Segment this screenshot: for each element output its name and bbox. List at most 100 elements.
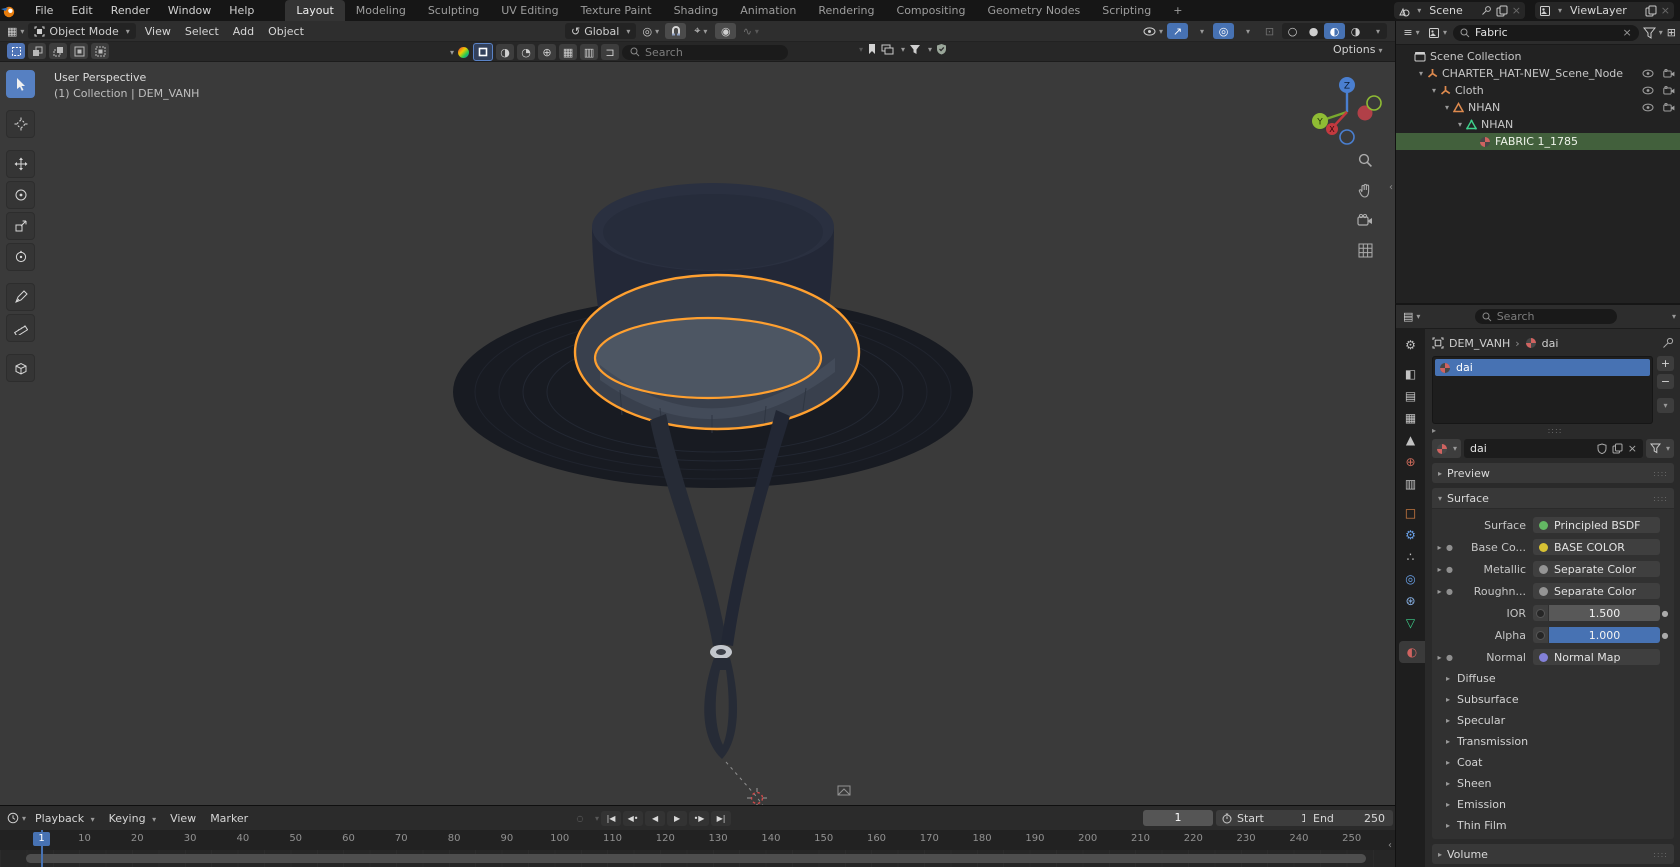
workspace-tab-scripting[interactable]: Scripting: [1091, 0, 1162, 21]
tool-measure[interactable]: [6, 314, 35, 342]
workspace-tab-compositing[interactable]: Compositing: [886, 0, 977, 21]
workspace-tab-uv-editing[interactable]: UV Editing: [490, 0, 569, 21]
timeline-ruler[interactable]: 1020304050607080901001101201301401501601…: [0, 830, 1395, 850]
workspace-tab-animation[interactable]: Animation: [729, 0, 807, 21]
outliner-viewlayer-icon[interactable]: ▾: [1426, 25, 1449, 41]
timeline-scrollbar[interactable]: [26, 854, 1366, 863]
properties-tab-render[interactable]: ◧: [1396, 363, 1425, 385]
subsection-diffuse[interactable]: ▸Diffuse: [1434, 668, 1670, 689]
proportional-falloff-dropdown[interactable]: ∿▾: [740, 23, 761, 39]
prev-keyframe-button[interactable]: ◀•: [623, 811, 643, 826]
outliner-row-charter-hat-new-scene-node[interactable]: ▾ CHARTER_HAT-NEW_Scene_Node: [1396, 65, 1680, 82]
outliner-display-mode-dropdown[interactable]: ≡▾: [1401, 25, 1422, 41]
expand-caret-icon[interactable]: ▸: [1434, 543, 1445, 552]
display-mode-icon[interactable]: [881, 44, 894, 55]
fake-user-shield-icon[interactable]: [1597, 443, 1607, 454]
tool-add-cube[interactable]: [6, 354, 35, 382]
properties-tab-material[interactable]: ◐: [1399, 641, 1425, 663]
tool-rotate[interactable]: [6, 181, 35, 209]
navigation-gizmo[interactable]: Z Y X: [1308, 72, 1386, 150]
expand-caret-icon[interactable]: ▸: [1434, 565, 1445, 574]
hide-eye-icon[interactable]: [1642, 103, 1654, 112]
scene-name[interactable]: Scene: [1425, 4, 1477, 17]
subsection-emission[interactable]: ▸Emission: [1434, 794, 1670, 815]
properties-search-input[interactable]: Search: [1475, 309, 1617, 324]
viewport-menu-select[interactable]: Select: [178, 25, 226, 38]
transform-orientation-dropdown[interactable]: ↺ Global ▾: [565, 23, 636, 39]
outliner-search-input[interactable]: Fabric ×: [1453, 25, 1639, 41]
menu-render[interactable]: Render: [102, 4, 159, 17]
editor-type-button[interactable]: ▦▾: [5, 23, 26, 39]
expand-caret-icon[interactable]: ▾: [1428, 86, 1440, 95]
select-subtract-button[interactable]: [49, 43, 67, 59]
snap-with-dropdown[interactable]: ⌖▾: [690, 23, 711, 39]
new-viewlayer-icon[interactable]: [1645, 5, 1657, 17]
region-collapse-arrow[interactable]: ‹: [1388, 840, 1392, 851]
auto-keying-toggle[interactable]: ◌: [570, 811, 590, 826]
mode-dropdown[interactable]: Object Mode ▾: [28, 23, 135, 39]
screens-button[interactable]: ▥: [580, 44, 598, 60]
texture-slot-sphere-button[interactable]: ◑: [496, 44, 514, 60]
tool-extra-button[interactable]: ⊐: [601, 44, 619, 60]
resize-grip[interactable]: ::::: [1548, 426, 1563, 435]
workspace-tab-shading[interactable]: Shading: [663, 0, 730, 21]
outliner-row-fabric-1-1785[interactable]: FABRIC 1_1785: [1396, 133, 1680, 150]
node-link-button-normal[interactable]: Normal Map: [1533, 649, 1660, 665]
jump-start-button[interactable]: |◀: [601, 811, 621, 826]
breadcrumb-object[interactable]: DEM_VANH: [1449, 337, 1510, 350]
subsection-thin-film[interactable]: ▸Thin Film: [1434, 815, 1670, 836]
node-link-button-roughn[interactable]: Separate Color: [1533, 583, 1660, 599]
material-slot-active[interactable]: dai: [1435, 359, 1650, 376]
expand-caret-icon[interactable]: ▾: [1415, 69, 1427, 78]
material-preview-sphere-icon[interactable]: [457, 46, 470, 59]
expand-caret-icon[interactable]: ▾: [1454, 120, 1466, 129]
socket-toggle[interactable]: [1533, 627, 1548, 643]
timeline-menu-playback[interactable]: Playback ▾: [28, 812, 102, 825]
overlays-dropdown[interactable]: ▾: [1236, 23, 1257, 39]
subsection-coat[interactable]: ▸Coat: [1434, 752, 1670, 773]
new-scene-icon[interactable]: [1496, 5, 1508, 17]
volume-panel-header[interactable]: ▸ Volume ::::: [1432, 844, 1674, 864]
tool-cursor[interactable]: [6, 110, 35, 138]
properties-tab-output[interactable]: ▤: [1396, 385, 1425, 407]
expand-caret-icon[interactable]: ▾: [1441, 103, 1453, 112]
camera-view-icon[interactable]: [1352, 208, 1378, 232]
outliner-row-nhan[interactable]: ▾ NHAN: [1396, 116, 1680, 133]
tool-scale[interactable]: [6, 212, 35, 240]
tool-move[interactable]: [6, 150, 35, 178]
workspace-tab-geometry-nodes[interactable]: Geometry Nodes: [976, 0, 1091, 21]
options-dropdown[interactable]: Options▾: [1333, 43, 1382, 56]
frame-start-field[interactable]: Start 1: [1216, 810, 1314, 826]
tool-annotate[interactable]: [6, 283, 35, 311]
select-intersect-button[interactable]: [91, 43, 109, 59]
pin-icon[interactable]: [1481, 5, 1492, 16]
hide-eye-icon[interactable]: [1642, 86, 1654, 95]
viewport-menu-add[interactable]: Add: [226, 25, 261, 38]
viewport-menu-object[interactable]: Object: [261, 25, 311, 38]
viewlayer-name[interactable]: ViewLayer: [1566, 4, 1641, 17]
brush-grid-button[interactable]: ▦: [559, 44, 577, 60]
pin-icon[interactable]: [1662, 337, 1674, 349]
shading-wireframe-button[interactable]: ○: [1282, 23, 1303, 39]
material-name-field[interactable]: dai ×: [1464, 439, 1643, 458]
environment-button[interactable]: ⊕: [538, 44, 556, 60]
subsection-specular[interactable]: ▸Specular: [1434, 710, 1670, 731]
alpha-slider[interactable]: 1.000: [1549, 627, 1660, 643]
frame-end-field[interactable]: End 250: [1305, 810, 1393, 826]
scene-selector[interactable]: ▾ Scene ×: [1394, 2, 1525, 19]
subsection-transmission[interactable]: ▸Transmission: [1434, 731, 1670, 752]
slot-specials-dropdown[interactable]: ▾: [1657, 398, 1674, 413]
menu-edit[interactable]: Edit: [62, 4, 101, 17]
gizmos-dropdown[interactable]: ▾: [1190, 23, 1211, 39]
current-frame-badge[interactable]: 1: [33, 832, 50, 846]
new-collection-icon[interactable]: ⊞: [1667, 27, 1676, 38]
subsection-subsurface[interactable]: ▸Subsurface: [1434, 689, 1670, 710]
outliner-row-cloth[interactable]: ▾ Cloth: [1396, 82, 1680, 99]
xray-toggle[interactable]: ⊡: [1259, 23, 1280, 39]
remove-slot-button[interactable]: −: [1657, 374, 1674, 389]
shading-material-button[interactable]: ◐: [1324, 23, 1345, 39]
breadcrumb-material[interactable]: dai: [1542, 337, 1559, 350]
tool-search-input[interactable]: Search: [622, 45, 788, 60]
unlink-material-icon[interactable]: ×: [1628, 442, 1637, 455]
zoom-icon[interactable]: [1352, 148, 1378, 172]
